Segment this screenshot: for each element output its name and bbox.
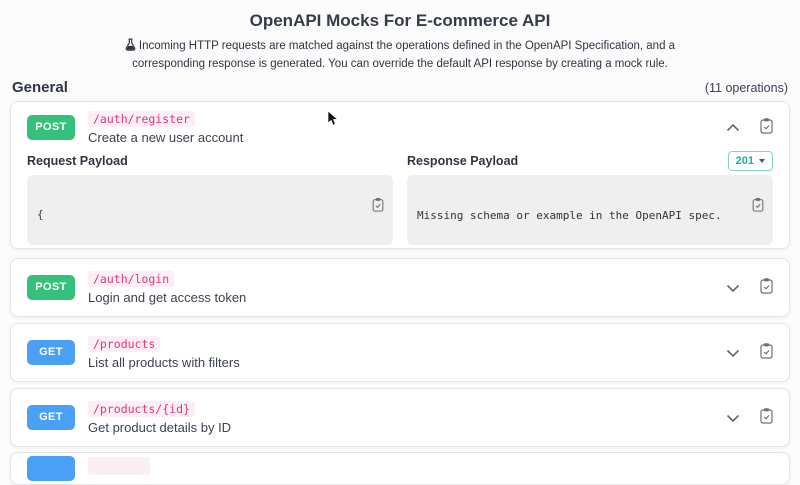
operation-description: List all products with filters bbox=[88, 354, 240, 370]
operation-path bbox=[88, 456, 150, 475]
method-badge: GET bbox=[27, 404, 75, 430]
operation-info: /auth/login Login and get access token bbox=[88, 270, 706, 305]
operation-description: Create a new user account bbox=[88, 129, 244, 145]
clipboard-icon bbox=[760, 342, 773, 362]
clipboard-check-icon bbox=[372, 197, 384, 215]
page-note: Incoming HTTP requests are matched again… bbox=[90, 38, 710, 73]
expand-button[interactable] bbox=[726, 345, 740, 360]
operation-info: /auth/register Create a new user account bbox=[88, 110, 706, 145]
operation-card-products: GET /products List all products with fil… bbox=[10, 322, 790, 382]
status-code-value: 201 bbox=[735, 154, 754, 167]
chevron-up-icon bbox=[726, 120, 740, 135]
status-code-dropdown[interactable]: 201 bbox=[727, 150, 773, 171]
operation-info bbox=[88, 456, 773, 480]
page-title: OpenAPI Mocks For E-commerce API bbox=[249, 11, 551, 30]
operation-path: /auth/register bbox=[88, 110, 195, 127]
response-payload-column: Response Payload 201 Missing schema or e… bbox=[407, 150, 773, 245]
operation-header-products[interactable]: GET /products List all products with fil… bbox=[11, 324, 789, 381]
operation-header-auth-login[interactable]: POST /auth/login Login and get access to… bbox=[11, 259, 789, 316]
chevron-down-icon bbox=[726, 410, 740, 425]
expand-button[interactable] bbox=[726, 410, 740, 425]
operation-card-auth-register: POST /auth/register Create a new user ac… bbox=[10, 100, 790, 249]
operation-description: Get product details by ID bbox=[88, 419, 232, 435]
chevron-down-icon bbox=[726, 345, 740, 360]
response-payload-label: Response Payload bbox=[407, 153, 519, 168]
operation-card-auth-login: POST /auth/login Login and get access to… bbox=[10, 257, 790, 317]
copy-endpoint-button[interactable] bbox=[760, 342, 773, 362]
request-payload-header: Request Payload bbox=[27, 150, 393, 172]
copy-endpoint-button[interactable] bbox=[760, 117, 773, 137]
clipboard-icon bbox=[760, 277, 773, 297]
collapse-button[interactable] bbox=[726, 120, 740, 135]
clipboard-check-icon bbox=[752, 197, 764, 215]
flask-icon bbox=[125, 38, 136, 57]
method-badge: GET bbox=[27, 339, 75, 365]
section-header: General (11 operations) bbox=[0, 73, 800, 101]
operations-list: POST /auth/register Create a new user ac… bbox=[0, 100, 800, 485]
method-badge: POST bbox=[27, 114, 75, 140]
response-payload-code: Missing schema or example in the OpenAPI… bbox=[407, 174, 773, 245]
operation-header-partial[interactable] bbox=[11, 453, 789, 484]
operation-description: Login and get access token bbox=[88, 289, 247, 305]
mouse-cursor bbox=[327, 110, 339, 132]
operation-card-product-by-id: GET /products/{id} Get product details b… bbox=[10, 387, 790, 447]
method-badge bbox=[27, 455, 75, 481]
chevron-down-icon bbox=[759, 158, 765, 163]
operation-path: /products bbox=[88, 335, 161, 352]
operation-header-auth-register[interactable]: POST /auth/register Create a new user ac… bbox=[11, 102, 789, 150]
page-header: OpenAPI Mocks For E-commerce API Incomin… bbox=[0, 0, 800, 73]
operation-info: /products List all products with filters bbox=[88, 335, 706, 370]
request-payload-code: { "email": "Adrien_Schmitt21@hotmail.com… bbox=[27, 174, 393, 245]
request-payload-label: Request Payload bbox=[27, 153, 128, 168]
method-badge: POST bbox=[27, 274, 75, 300]
copy-endpoint-button[interactable] bbox=[760, 407, 773, 427]
copy-endpoint-button[interactable] bbox=[760, 277, 773, 297]
payload-section: Request Payload { "email": "Adrien_Schmi… bbox=[11, 150, 789, 248]
operation-card-partial[interactable] bbox=[10, 451, 790, 485]
operation-path: /auth/login bbox=[88, 270, 175, 287]
operations-count: (11 operations) bbox=[704, 80, 788, 95]
request-payload-column: Request Payload { "email": "Adrien_Schmi… bbox=[27, 150, 393, 245]
copy-request-payload-button[interactable] bbox=[328, 182, 384, 230]
chevron-down-icon bbox=[726, 280, 740, 295]
operation-path: /products/{id} bbox=[88, 400, 195, 417]
copy-response-payload-button[interactable] bbox=[708, 182, 764, 230]
expand-button[interactable] bbox=[726, 280, 740, 295]
operation-info: /products/{id} Get product details by ID bbox=[88, 400, 706, 435]
section-title: General bbox=[12, 78, 68, 96]
operation-header-product-by-id[interactable]: GET /products/{id} Get product details b… bbox=[11, 389, 789, 446]
response-payload-header: Response Payload 201 bbox=[407, 150, 773, 172]
page-note-text: Incoming HTTP requests are matched again… bbox=[132, 40, 676, 70]
clipboard-icon bbox=[760, 407, 773, 427]
clipboard-icon bbox=[760, 117, 773, 137]
